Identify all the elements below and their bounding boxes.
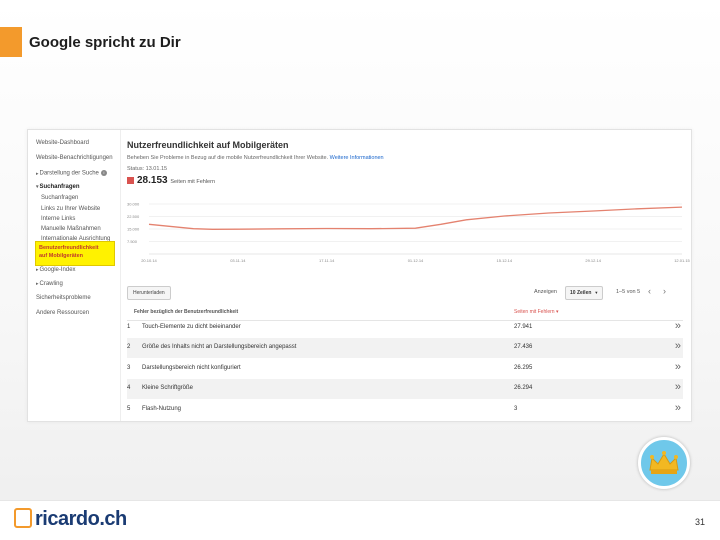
main-panel: Nutzerfreundlichkeit auf Mobilgeräten Be…	[120, 130, 691, 421]
row-issue: Kleine Schriftgröße	[142, 385, 194, 391]
y-tick-label: 22.500	[127, 214, 140, 219]
sidebar-item-search-traffic[interactable]: ▾Suchanfragen	[36, 184, 80, 190]
description-text: Beheben Sie Probleme in Bezug auf die mo…	[127, 155, 329, 161]
row-value: 26.294	[514, 385, 533, 391]
hand-logo-icon	[14, 508, 32, 528]
row-value: 3	[514, 406, 518, 412]
highlight-line-2: auf Mobilgeräten	[39, 253, 84, 259]
logo-text: ricardo	[35, 508, 100, 530]
slide-title: Google spricht zu Dir	[29, 34, 181, 51]
ricardo-logo: ricardo.ch	[14, 508, 127, 531]
table-row[interactable]: 4 Kleine Schriftgröße 26.294 »	[127, 379, 683, 399]
sidebar-item-search-appearance[interactable]: ▸Darstellung der Suche i	[36, 170, 107, 177]
row-issue: Darstellungsbereich nicht konfiguriert	[142, 365, 241, 371]
sidebar-item-label: Crawling	[39, 281, 63, 287]
chevron-down-icon: ▼	[594, 290, 599, 295]
row-number: 2	[127, 344, 131, 350]
errors-line-chart: 30.000 22.500 15.000 7.500 20.10.14 03.11.14 1…	[127, 202, 690, 264]
sidebar-subitem-queries[interactable]: Suchanfragen	[41, 195, 78, 201]
legend-swatch	[127, 176, 134, 184]
table-row[interactable]: 1 Touch-Elemente zu dicht beieinander 27…	[127, 318, 683, 338]
title-accent-bar	[0, 27, 22, 57]
rows-select-value: 10 Zeilen	[570, 290, 592, 296]
caret-right-icon: ▸	[36, 281, 39, 287]
row-value: 26.295	[514, 365, 533, 371]
highlight-line-1: Benutzerfreundlichkeit	[39, 245, 99, 251]
column-header-issue[interactable]: Fehler bezüglich der Benutzerfreundlichk…	[134, 309, 238, 315]
sidebar-item-label: Google-Index	[39, 267, 76, 273]
y-tick-label: 15.000	[127, 227, 140, 232]
sort-desc-icon: ▾	[555, 309, 559, 315]
pagination-range: 1–5 von 5	[616, 289, 641, 295]
rows-per-page-select[interactable]: 10 Zeilen ▼	[565, 286, 604, 300]
page-number: 31	[694, 517, 705, 527]
x-tick-label: 15.12.14	[497, 258, 513, 263]
x-tick-label: 17.11.14	[319, 258, 335, 263]
crown-badge	[638, 437, 690, 489]
column-header-pages[interactable]: Seiten mit Fehlern ▾	[514, 309, 558, 315]
double-chevron-right-icon[interactable]: »	[675, 361, 681, 373]
sidebar-item-mobile-usability-highlight[interactable]: Benutzerfreundlichkeit auf Mobilgeräten	[35, 241, 115, 266]
sidebar-item-crawling[interactable]: ▸Crawling	[36, 281, 63, 287]
row-number: 5	[127, 406, 131, 412]
table-row[interactable]: 5 Flash-Nutzung 3 »	[127, 400, 683, 420]
row-number: 1	[127, 324, 131, 330]
sidebar-subitem-links[interactable]: Links zu Ihrer Website	[41, 206, 100, 212]
x-tick-label: 01.12.14	[408, 258, 424, 263]
x-tick-label: 20.10.14	[141, 258, 157, 263]
x-tick-label: 29.12.14	[585, 258, 601, 263]
error-count-value: 28.153	[137, 175, 168, 186]
pager-next-button[interactable]: ›	[663, 286, 666, 296]
row-value: 27.436	[514, 344, 533, 350]
row-issue: Größe des Inhalts nicht an Darstellungsb…	[142, 344, 297, 350]
error-count: 28.153 Seiten mit Fehlern	[127, 175, 215, 186]
error-count-label: Seiten mit Fehlern	[170, 179, 216, 185]
row-issue: Touch-Elemente zu dicht beieinander	[142, 324, 241, 330]
caret-down-icon: ▾	[36, 184, 39, 190]
series-line	[148, 206, 683, 230]
y-tick-label: 7.500	[127, 239, 138, 244]
row-issue: Flash-Nutzung	[142, 406, 182, 412]
x-tick-label: 03.11.14	[230, 258, 246, 263]
row-number: 3	[127, 365, 131, 371]
sidebar-subitem-manual-actions[interactable]: Manuelle Maßnahmen	[41, 226, 101, 232]
y-tick-label: 30.000	[127, 202, 140, 207]
info-icon: i	[100, 170, 107, 176]
x-tick-label: 12.01.15	[674, 258, 690, 263]
table-row[interactable]: 3 Darstellungsbereich nicht konfiguriert…	[127, 359, 683, 379]
sidebar-item-google-index[interactable]: ▸Google-Index	[36, 267, 76, 273]
sidebar-item-security-issues[interactable]: Sicherheitsprobleme	[36, 295, 91, 301]
double-chevron-right-icon[interactable]: »	[675, 320, 681, 332]
sidebar-item-notifications[interactable]: Website-Benachrichtigungen	[36, 155, 113, 161]
double-chevron-right-icon[interactable]: »	[675, 402, 681, 414]
sidebar-item-dashboard[interactable]: Website-Dashboard	[36, 140, 89, 146]
sidebar: Website-Dashboard Website-Benachrichtigu…	[28, 130, 120, 421]
sidebar-item-other-resources[interactable]: Andere Ressourcen	[36, 310, 89, 316]
caret-right-icon: ▸	[36, 170, 39, 177]
page-title: Nutzerfreundlichkeit auf Mobilgeräten	[127, 140, 289, 150]
table-row[interactable]: 2 Größe des Inhalts nicht an Darstellung…	[127, 338, 683, 358]
slide-footer: ricardo.ch 31	[0, 500, 720, 540]
double-chevron-right-icon[interactable]: »	[675, 340, 681, 352]
logo-suffix: .ch	[99, 508, 127, 530]
pager-prev-button[interactable]: ‹	[648, 286, 651, 296]
column-header-pages-label: Seiten mit Fehlern	[514, 309, 555, 315]
sidebar-item-label: Suchanfragen	[39, 184, 80, 190]
caret-right-icon: ▸	[36, 267, 39, 273]
more-info-link[interactable]: Weitere Informationen	[330, 155, 384, 161]
sidebar-item-label: Darstellung der Suche	[39, 170, 99, 177]
crown-icon	[649, 451, 679, 474]
double-chevron-right-icon[interactable]: »	[675, 381, 681, 393]
download-button[interactable]: Herunterladen	[127, 286, 171, 300]
search-console-screenshot: Website-Dashboard Website-Benachrichtigu…	[27, 129, 692, 422]
row-number: 4	[127, 385, 131, 391]
row-value: 27.941	[514, 324, 533, 330]
sidebar-subitem-internal-links[interactable]: Interne Links	[41, 216, 75, 222]
status-date: Status: 13.01.15	[127, 166, 168, 172]
show-label: Anzeigen	[534, 289, 557, 295]
page-description: Beheben Sie Probleme in Bezug auf die mo…	[127, 155, 384, 161]
